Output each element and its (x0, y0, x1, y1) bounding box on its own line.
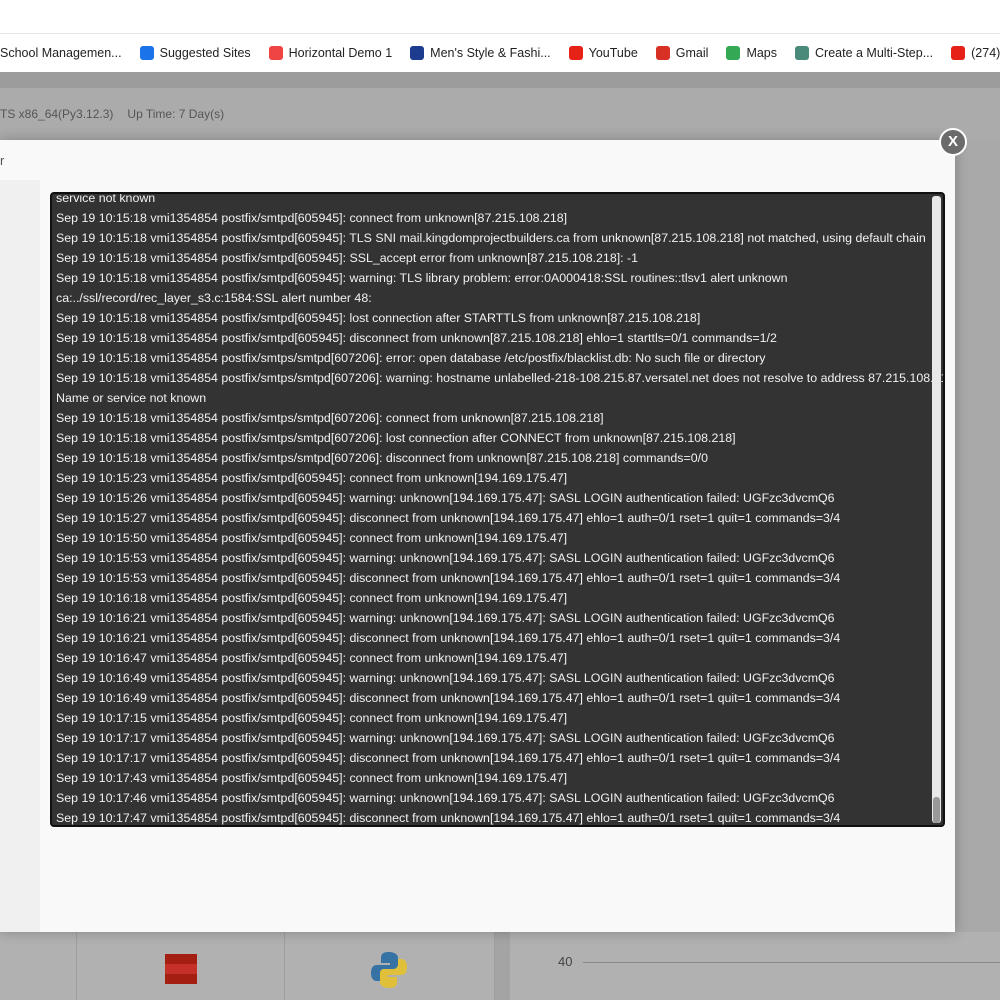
log-line: Sep 19 10:16:49 vmi1354854 postfix/smtpd… (56, 691, 841, 705)
bookmark-item[interactable]: School Managemen... (0, 46, 122, 60)
log-line: Sep 19 10:16:18 vmi1354854 postfix/smtpd… (56, 591, 568, 605)
bookmark-label: Maps (746, 46, 778, 60)
bookmarks-bar: School Managemen... Suggested Sites Horizo… (0, 34, 1000, 72)
youtube-icon (568, 46, 583, 60)
log-line: Sep 19 10:15:18 vmi1354854 postfix/smtpd… (56, 231, 926, 245)
log-line: Sep 19 10:17:43 vmi1354854 postfix/smtpd… (56, 771, 568, 785)
modal-sidebar (0, 180, 40, 932)
log-line: Sep 19 10:16:21 vmi1354854 postfix/smtpd… (56, 631, 841, 645)
page-header-band (0, 72, 1000, 88)
python-tile[interactable] (284, 932, 494, 1000)
uptime: Up Time: 7 Day(s) (127, 107, 225, 121)
modal-title: r (0, 153, 5, 168)
log-line: Sep 19 10:17:15 vmi1354854 postfix/smtpd… (56, 711, 568, 725)
os-info: TS x86_64(Py3.12.3) (0, 107, 114, 121)
chart-gridline (583, 962, 1000, 963)
bookmark-item[interactable]: Create a Multi-Step... (795, 46, 933, 60)
youtube-icon (951, 46, 966, 60)
gq-icon (410, 46, 425, 60)
bookmark-item[interactable]: YouTube (568, 46, 638, 60)
gmail-icon (655, 46, 670, 60)
bookmark-label: Gmail (675, 46, 709, 60)
bookmark-item[interactable]: Gmail (655, 46, 709, 60)
log-line: Sep 19 10:17:17 vmi1354854 postfix/smtpd… (56, 751, 841, 765)
log-line: ca:../ssl/record/rec_layer_s3.c:1584:SSL… (56, 291, 372, 305)
log-line: Sep 19 10:15:53 vmi1354854 postfix/smtpd… (56, 571, 841, 585)
bookmark-item[interactable]: Maps (726, 46, 777, 60)
bookmark-label: Men's Style & Fashi... (430, 46, 551, 60)
log-line: Sep 19 10:15:18 vmi1354854 postfix/smtps… (56, 431, 736, 445)
page-icon (795, 46, 810, 60)
bookmark-item[interactable]: Men's Style & Fashi... (410, 46, 551, 60)
chart-axis-label: 40 (558, 954, 573, 969)
log-line: Sep 19 10:15:18 vmi1354854 postfix/smtps… (56, 411, 604, 425)
log-line: service not known (56, 192, 156, 205)
python-icon (371, 952, 407, 988)
log-line: Sep 19 10:15:18 vmi1354854 postfix/smtpd… (56, 211, 568, 225)
bookmark-label: Horizontal Demo 1 (288, 46, 393, 60)
bookmark-item[interactable]: Suggested Sites (139, 46, 251, 60)
log-line: Sep 19 10:15:18 vmi1354854 postfix/smtpd… (56, 251, 639, 265)
log-line: Sep 19 10:16:49 vmi1354854 postfix/smtpd… (56, 671, 835, 685)
log-line: Sep 19 10:16:47 vmi1354854 postfix/smtpd… (56, 651, 568, 665)
log-line: Sep 19 10:16:21 vmi1354854 postfix/smtpd… (56, 611, 835, 625)
log-line: Sep 19 10:15:18 vmi1354854 postfix/smtpd… (56, 331, 777, 345)
log-line: Sep 19 10:15:50 vmi1354854 postfix/smtpd… (56, 531, 568, 545)
bookmark-label: Create a Multi-Step... (815, 46, 934, 60)
log-output[interactable]: service not known Sep 19 10:15:18 vmi1354… (50, 192, 945, 827)
scrollbar[interactable] (932, 196, 941, 823)
bookmark-item[interactable]: (274) React (951, 46, 1000, 60)
log-line: Sep 19 10:15:18 vmi1354854 postfix/smtps… (56, 351, 766, 365)
log-line: Sep 19 10:15:26 vmi1354854 postfix/smtpd… (56, 491, 835, 505)
log-line: Sep 19 10:15:18 vmi1354854 postfix/smtps… (56, 371, 945, 385)
redis-icon (165, 954, 197, 984)
maps-icon (726, 46, 741, 60)
log-line: Name or service not known (56, 391, 207, 405)
background-dashboard (0, 932, 1000, 1000)
log-line: Sep 19 10:17:47 vmi1354854 postfix/smtpd… (56, 811, 841, 825)
log-line: Sep 19 10:17:17 vmi1354854 postfix/smtpd… (56, 731, 835, 745)
log-line: Sep 19 10:15:53 vmi1354854 postfix/smtpd… (56, 551, 835, 565)
close-button[interactable]: X (939, 128, 967, 156)
redis-tile[interactable] (76, 932, 284, 1000)
bookmark-label: (274) React (971, 46, 1000, 60)
log-line: Sep 19 10:15:18 vmi1354854 postfix/smtps… (56, 451, 708, 465)
bookmark-label: School Managemen... (0, 46, 122, 60)
browser-address-bar (0, 0, 1000, 34)
log-line: Sep 19 10:15:23 vmi1354854 postfix/smtpd… (56, 471, 568, 485)
bookmark-item[interactable]: Horizontal Demo 1 (268, 46, 393, 60)
bookmark-label: Suggested Sites (159, 46, 251, 60)
log-line: Sep 19 10:15:18 vmi1354854 postfix/smtpd… (56, 271, 788, 285)
log-line: Sep 19 10:17:46 vmi1354854 postfix/smtpd… (56, 791, 835, 805)
system-info-bar: TS x86_64(Py3.12.3) Up Time: 7 Day(s) (0, 88, 1000, 140)
log-line: Sep 19 10:15:27 vmi1354854 postfix/smtpd… (56, 511, 841, 525)
search-icon (139, 46, 154, 60)
bookmark-label: YouTube (588, 46, 638, 60)
scrollbar-thumb[interactable] (933, 797, 940, 823)
log-line: Sep 19 10:15:18 vmi1354854 postfix/smtpd… (56, 311, 701, 325)
joomla-icon (268, 46, 283, 60)
